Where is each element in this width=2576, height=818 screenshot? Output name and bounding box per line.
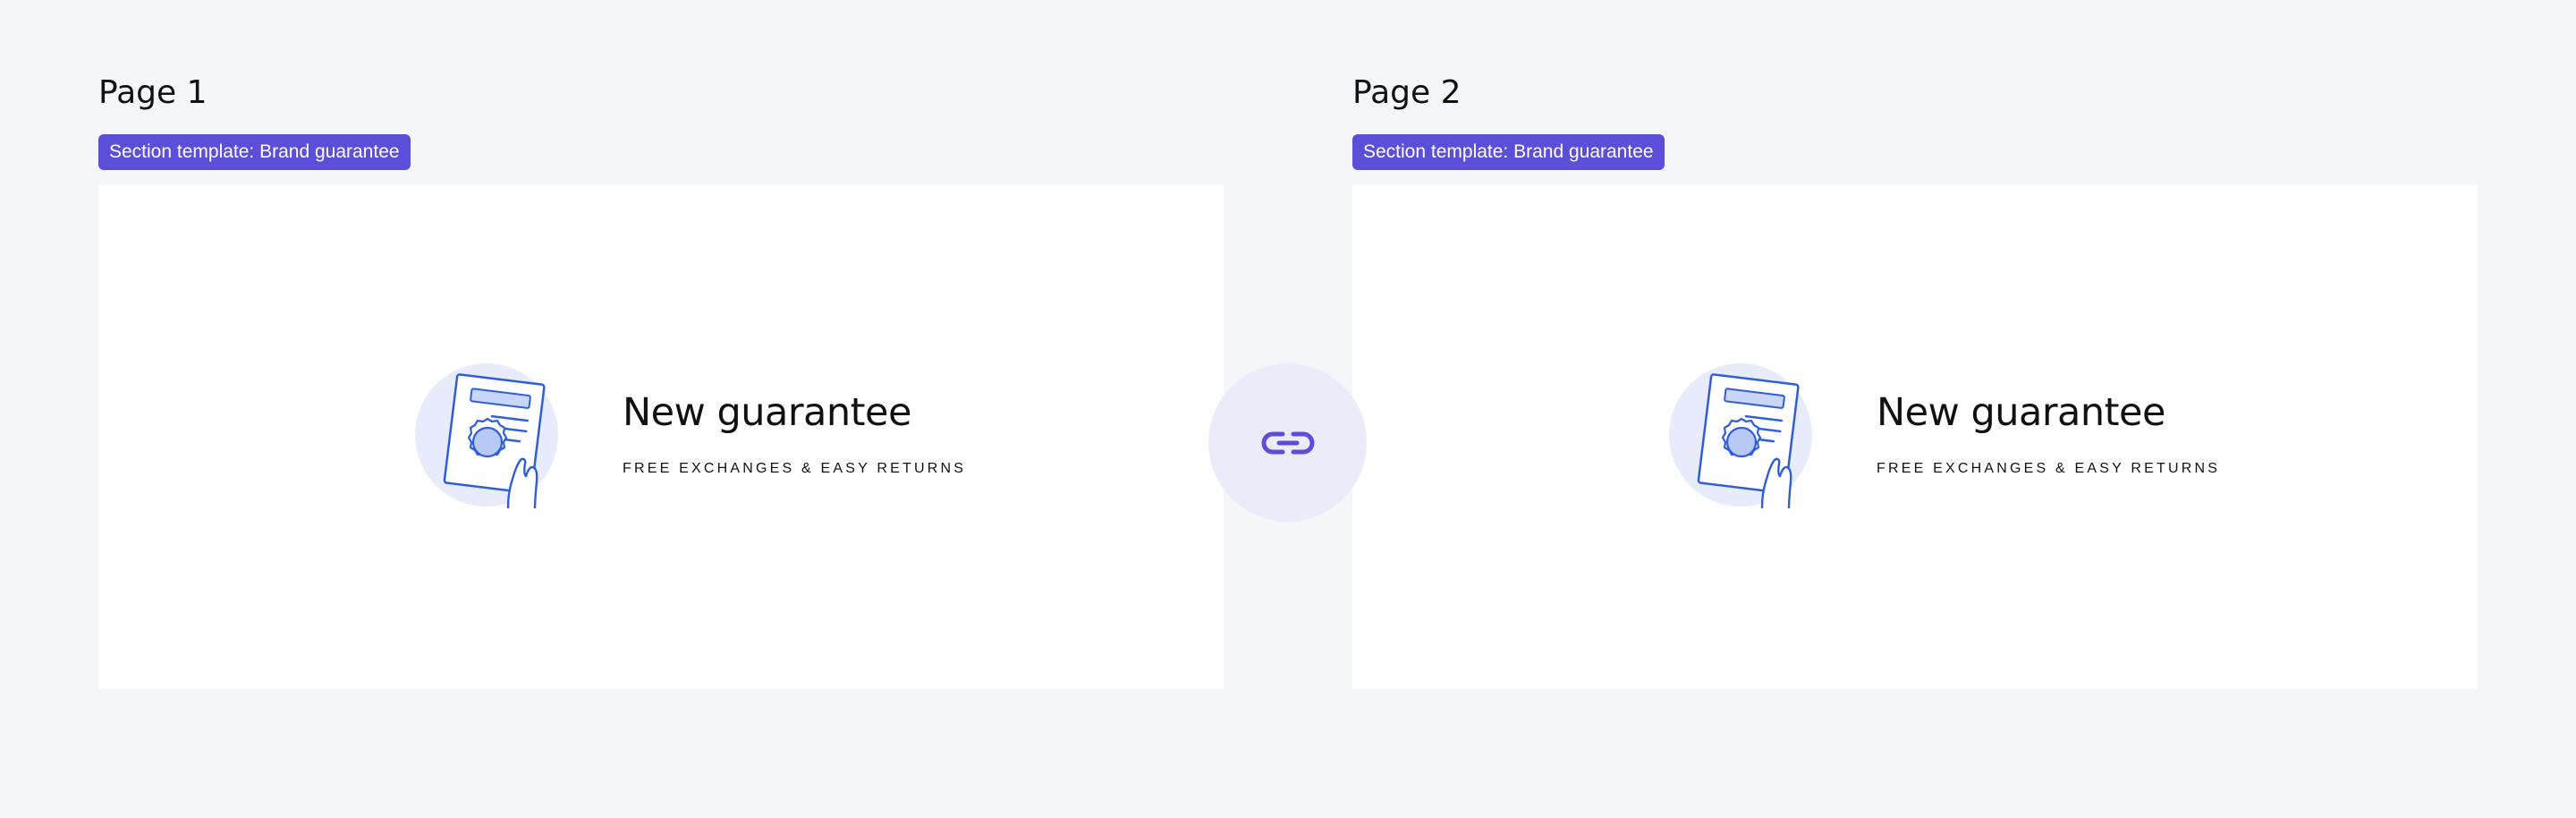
- certificate-icon: [415, 362, 562, 508]
- guarantee-heading: New guarantee: [1877, 390, 2165, 435]
- guarantee-heading: New guarantee: [623, 390, 911, 435]
- page-title: Page 2: [1352, 74, 1462, 111]
- page-title: Page 1: [98, 74, 208, 111]
- page-comparison-canvas: Page 1 Section template: Brand guarantee: [0, 0, 2576, 818]
- link-sections-button[interactable]: [1208, 363, 1367, 522]
- guarantee-subheading: FREE EXCHANGES & EASY RETURNS: [623, 461, 967, 476]
- guarantee-subheading: FREE EXCHANGES & EASY RETURNS: [1877, 461, 2221, 476]
- brand-guarantee-block: New guarantee FREE EXCHANGES & EASY RETU…: [1669, 362, 2217, 514]
- brand-guarantee-block: New guarantee FREE EXCHANGES & EASY RETU…: [415, 362, 963, 514]
- section-template-badge[interactable]: Section template: Brand guarantee: [1352, 134, 1665, 170]
- section-preview-card[interactable]: New guarantee FREE EXCHANGES & EASY RETU…: [98, 184, 1224, 689]
- section-preview-card[interactable]: New guarantee FREE EXCHANGES & EASY RETU…: [1352, 184, 2478, 689]
- certificate-icon: [1669, 362, 1816, 508]
- link-icon: [1261, 431, 1314, 454]
- section-template-badge[interactable]: Section template: Brand guarantee: [98, 134, 411, 170]
